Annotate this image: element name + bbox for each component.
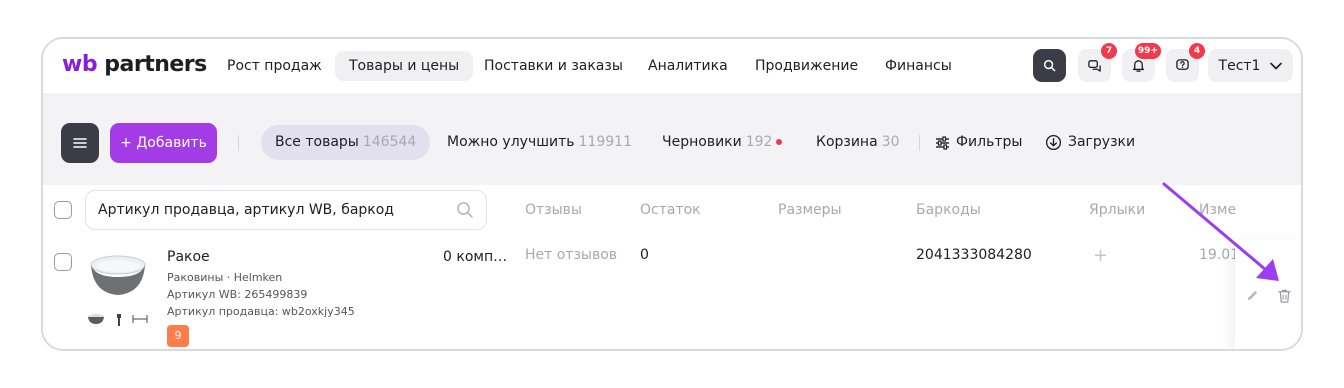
logo-partners: partners — [104, 52, 207, 77]
sidebar-menu-button[interactable] — [61, 123, 99, 163]
column-sizes[interactable]: Размеры — [778, 202, 842, 218]
product-article-wb: Артикул WB: 265499839 — [167, 288, 308, 301]
nav-item-finance[interactable]: Финансы — [871, 51, 966, 81]
nav-item-analytics[interactable]: Аналитика — [634, 51, 742, 81]
bell-icon — [1132, 60, 1145, 72]
row-actions-panel — [1235, 240, 1301, 349]
hamburger-icon — [73, 138, 87, 148]
product-category-brand: Раковины · Helmken — [167, 271, 283, 284]
toolbar-divider — [238, 135, 239, 151]
tab-all-products[interactable]: Все товары 146544 — [261, 125, 431, 160]
product-name[interactable]: Ракое — [167, 249, 210, 265]
product-image-sink[interactable] — [89, 255, 147, 299]
chat-badge: 7 — [1101, 43, 1117, 59]
questions-badge: 4 — [1189, 43, 1205, 59]
notifications-button[interactable]: 99+ — [1122, 43, 1161, 82]
tab-count: 30 — [881, 134, 900, 150]
product-rating-badge: 9 — [167, 325, 189, 347]
cell-stock: 0 — [640, 247, 649, 263]
chevron-down-icon — [1270, 62, 1283, 69]
nav-item-products-prices[interactable]: Товары и цены — [335, 51, 474, 81]
uploads-button[interactable]: Загрузки — [1045, 125, 1135, 160]
column-changed[interactable]: Изме — [1199, 202, 1236, 218]
product-thumb-2[interactable] — [115, 313, 123, 327]
cell-kit: 0 комп… — [443, 249, 508, 265]
trash-icon[interactable] — [1277, 288, 1292, 304]
nav-item-sales-growth[interactable]: Рост продаж — [213, 51, 336, 81]
tab-label: Можно улучшить — [447, 134, 575, 150]
column-reviews[interactable]: Отзывы — [525, 202, 582, 218]
top-navigation: wb partners Рост продаж Товары и цены По… — [43, 39, 1301, 93]
tab-count: 119911 — [578, 134, 632, 150]
tab-label: Черновики — [662, 134, 742, 150]
nav-item-supplies-orders[interactable]: Поставки и заказы — [470, 51, 637, 81]
cell-reviews: Нет отзывов — [525, 247, 618, 263]
filters-label: Фильтры — [956, 134, 1023, 150]
filters-button[interactable]: Фильтры — [935, 125, 1022, 160]
row-checkbox[interactable] — [54, 253, 72, 271]
filters-icon — [936, 135, 949, 150]
product-article-seller: Артикул продавца: wb2oxkjy345 — [167, 305, 355, 318]
tab-can-improve[interactable]: Можно улучшить 119911 — [433, 125, 646, 160]
nav-item-promotion[interactable]: Продвижение — [741, 51, 872, 81]
tab-count: 146544 — [362, 134, 417, 150]
edit-pencil-icon[interactable] — [1245, 288, 1260, 303]
tab-count: 192 — [745, 134, 773, 150]
add-label-button[interactable]: + — [1093, 245, 1108, 266]
toolbar-divider — [919, 135, 920, 151]
chat-button[interactable]: 7 — [1078, 43, 1117, 82]
app-window: wb partners Рост продаж Товары и цены По… — [41, 37, 1303, 351]
add-product-button[interactable]: + Добавить — [110, 123, 217, 163]
column-stock[interactable]: Остаток — [640, 202, 701, 218]
question-chat-icon — [1176, 59, 1189, 70]
tab-label: Корзина — [816, 134, 878, 150]
wb-partners-logo[interactable]: wb partners — [62, 52, 207, 77]
questions-button[interactable]: 4 — [1166, 43, 1205, 82]
select-all-checkbox[interactable] — [54, 201, 72, 219]
product-search-field[interactable] — [85, 190, 487, 230]
cell-changed-date: 19.01 — [1199, 247, 1240, 263]
account-menu[interactable]: Тест1 — [1208, 49, 1293, 82]
tab-drafts[interactable]: Черновики 192 — [648, 125, 796, 160]
drafts-alert-dot — [776, 139, 783, 145]
search-icon[interactable] — [456, 201, 474, 219]
product-thumb-3[interactable] — [131, 313, 149, 325]
tab-trash[interactable]: Корзина 30 — [802, 125, 914, 160]
global-search-button[interactable] — [1033, 49, 1066, 82]
product-thumb-1[interactable] — [87, 313, 105, 325]
product-search-input[interactable] — [98, 191, 448, 229]
tab-label: Все товары — [275, 134, 359, 150]
uploads-label: Загрузки — [1068, 134, 1136, 150]
chat-icon — [1088, 60, 1101, 72]
download-circle-icon — [1045, 134, 1062, 151]
logo-wb: wb — [62, 52, 98, 77]
column-barcodes[interactable]: Баркоды — [916, 202, 981, 218]
column-fade — [1235, 185, 1301, 235]
column-labels[interactable]: Ярлыки — [1089, 202, 1145, 218]
cell-barcode: 2041333084280 — [916, 247, 1032, 263]
search-icon — [1043, 59, 1056, 72]
products-toolbar: + Добавить Все товары 146544 Можно улучши… — [43, 93, 1301, 185]
account-name: Тест1 — [1218, 57, 1261, 74]
notifications-badge: 99+ — [1134, 43, 1161, 59]
products-table: Отзывы Остаток Размеры Баркоды Ярлыки Из… — [43, 185, 1301, 349]
